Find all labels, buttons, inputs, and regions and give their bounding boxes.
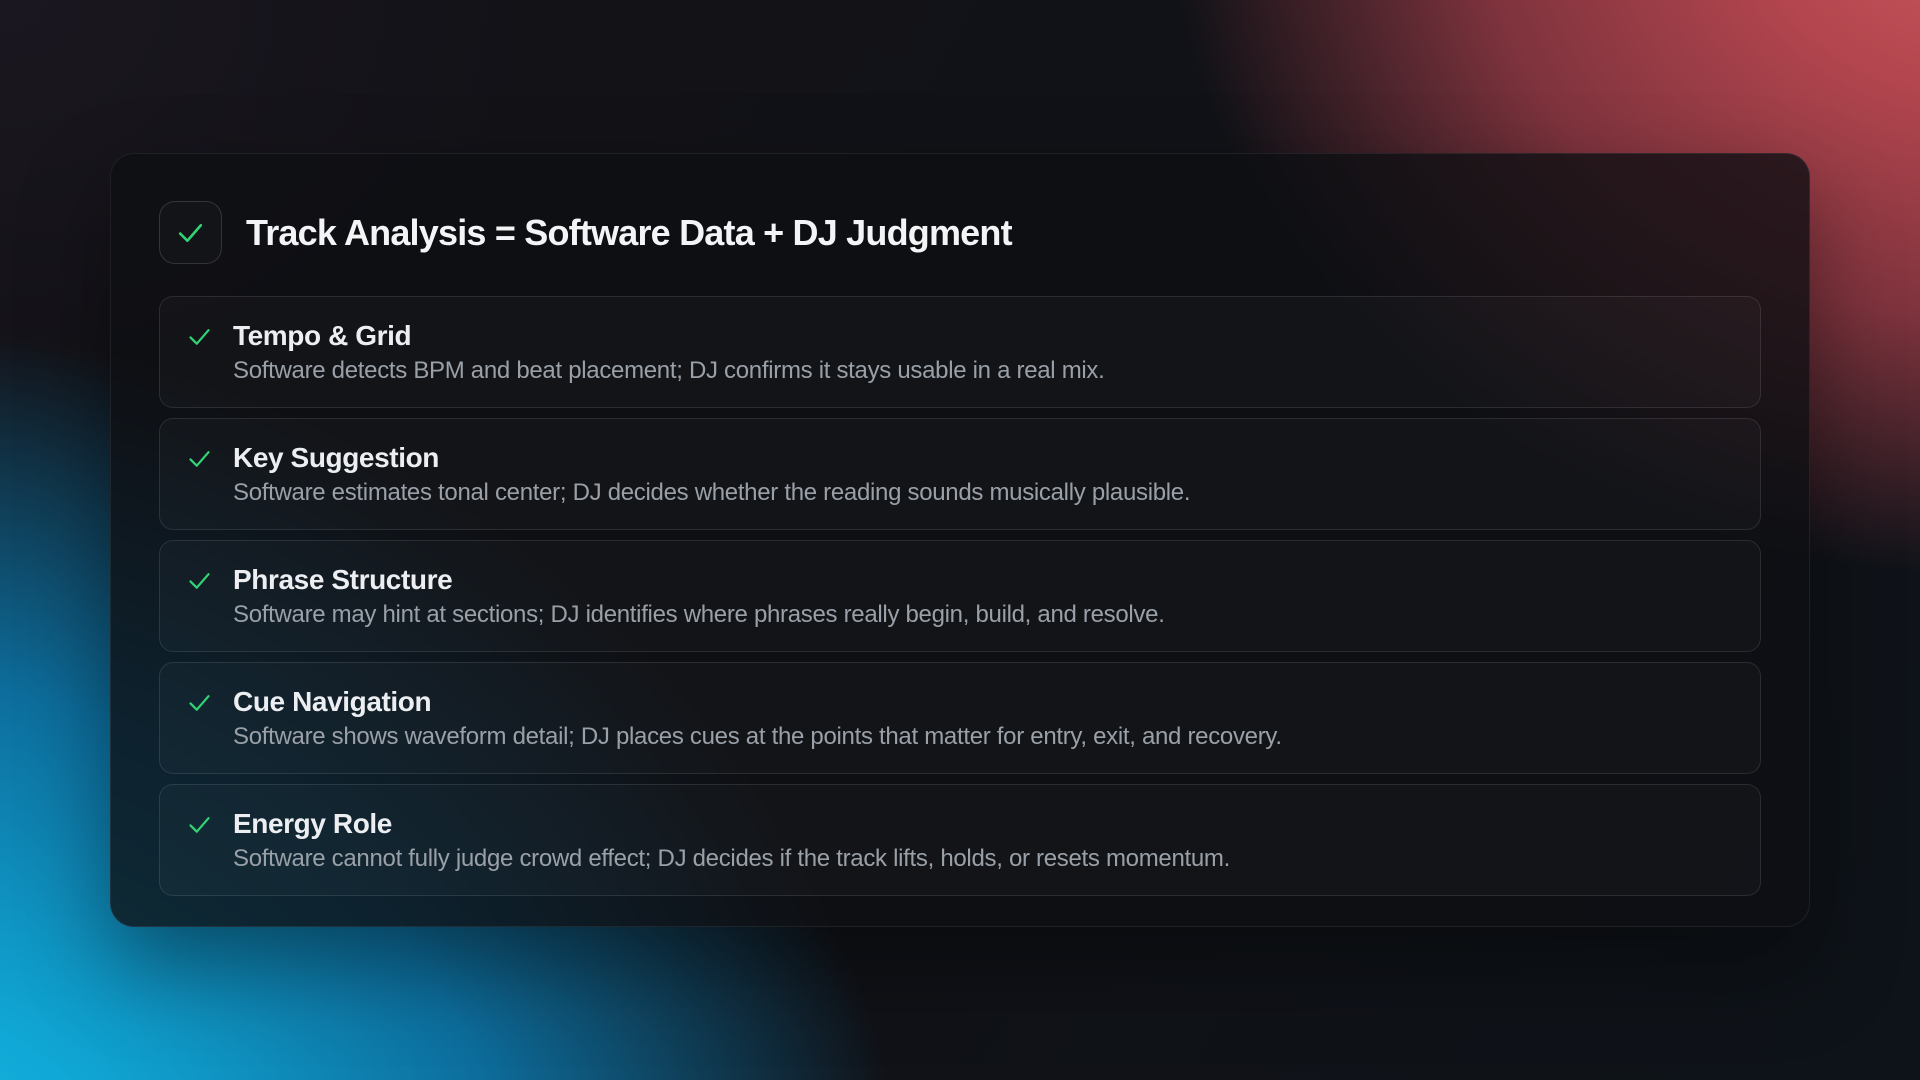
item-description: Software detects BPM and beat placement;… (233, 356, 1105, 386)
list-item-text: Tempo & Grid Software detects BPM and be… (233, 318, 1105, 386)
list-item: Key Suggestion Software estimates tonal … (159, 418, 1761, 530)
list-item-text: Cue Navigation Software shows waveform d… (233, 684, 1282, 752)
card-header: Track Analysis = Software Data + DJ Judg… (159, 201, 1761, 264)
header-check-badge (159, 201, 222, 264)
list-item-text: Energy Role Software cannot fully judge … (233, 806, 1230, 874)
item-description: Software may hint at sections; DJ identi… (233, 600, 1165, 630)
check-icon (186, 811, 213, 838)
list-item-text: Key Suggestion Software estimates tonal … (233, 440, 1190, 508)
check-icon (186, 323, 213, 350)
item-title: Phrase Structure (233, 562, 1165, 598)
item-title: Cue Navigation (233, 684, 1282, 720)
page-title: Track Analysis = Software Data + DJ Judg… (246, 213, 1012, 253)
analysis-list: Tempo & Grid Software detects BPM and be… (159, 296, 1761, 896)
analysis-card: Track Analysis = Software Data + DJ Judg… (110, 153, 1810, 927)
check-icon (186, 445, 213, 472)
check-icon (175, 217, 206, 248)
item-title: Key Suggestion (233, 440, 1190, 476)
list-item-text: Phrase Structure Software may hint at se… (233, 562, 1165, 630)
item-description: Software shows waveform detail; DJ place… (233, 722, 1282, 752)
list-item: Cue Navigation Software shows waveform d… (159, 662, 1761, 774)
item-title: Tempo & Grid (233, 318, 1105, 354)
list-item: Tempo & Grid Software detects BPM and be… (159, 296, 1761, 408)
item-description: Software cannot fully judge crowd effect… (233, 844, 1230, 874)
list-item: Energy Role Software cannot fully judge … (159, 784, 1761, 896)
item-title: Energy Role (233, 806, 1230, 842)
check-icon (186, 567, 213, 594)
item-description: Software estimates tonal center; DJ deci… (233, 478, 1190, 508)
check-icon (186, 689, 213, 716)
list-item: Phrase Structure Software may hint at se… (159, 540, 1761, 652)
